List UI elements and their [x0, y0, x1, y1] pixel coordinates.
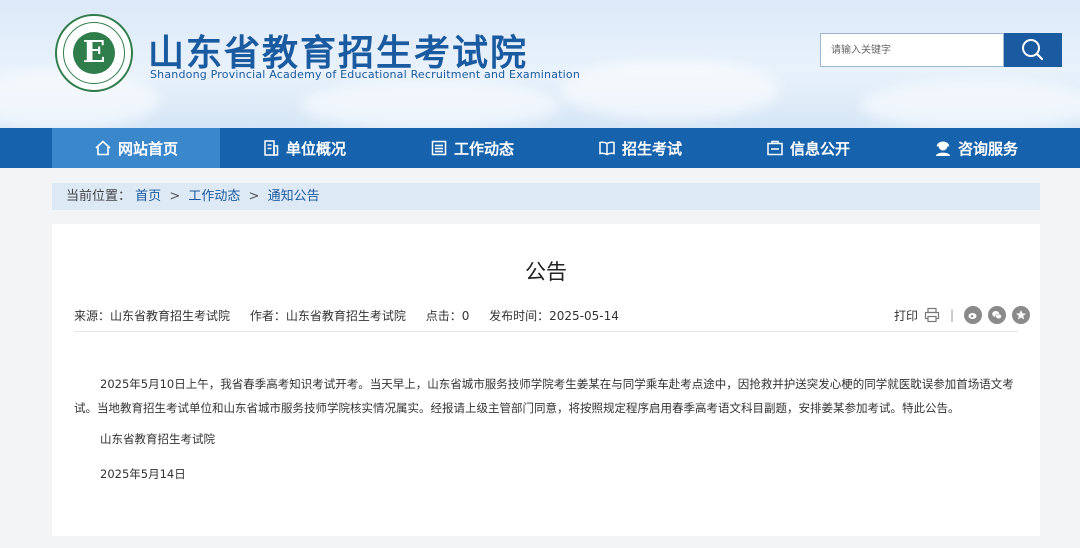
nav-label: 网站首页 [117, 139, 178, 158]
article-tools: 打印 | [894, 304, 1030, 326]
nav-item-info[interactable]: 信息公开 [724, 128, 892, 168]
book-icon [599, 141, 615, 156]
favorite-star-icon[interactable] [1012, 306, 1030, 324]
home-icon [95, 140, 111, 156]
meta-divider [74, 331, 1018, 332]
news-icon [431, 140, 447, 156]
printer-icon[interactable] [924, 307, 940, 323]
building-icon [264, 140, 279, 156]
breadcrumb-notices[interactable]: 通知公告 [268, 189, 320, 204]
meta-source: 来源：山东省教育招生考试院 [74, 309, 231, 323]
article-body: 2025年5月10日上午，我省春季高考知识考试开考。当天早上，山东省城市服务技师… [74, 372, 1024, 420]
nav-item-home[interactable]: 网站首页 [52, 128, 220, 168]
nav-label: 招生考试 [621, 139, 682, 158]
article-title: 公告 [525, 260, 567, 284]
nav-label: 咨询服务 [957, 139, 1018, 158]
share-wechat-icon[interactable] [988, 306, 1006, 324]
article-paragraph: 2025年5月10日上午，我省春季高考知识考试开考。当天早上，山东省城市服务技师… [74, 377, 1014, 415]
meta-published: 发布时间：2025-05-14 [489, 309, 619, 323]
breadcrumb-separator: > [169, 189, 181, 204]
logo-letter: E [82, 35, 106, 70]
tools-divider: | [949, 308, 954, 322]
nav-item-overview[interactable]: 单位概况 [220, 128, 388, 168]
article-signature: 山东省教育招生考试院 [100, 432, 215, 446]
nav-label: 单位概况 [285, 139, 346, 158]
print-label[interactable]: 打印 [894, 307, 918, 324]
article-meta: 来源：山东省教育招生考试院 作者：山东省教育招生考试院 点击：0 发布时间：20… [74, 307, 635, 324]
article-date: 2025年5月14日 [100, 467, 186, 481]
breadcrumb: 当前位置： 首页 > 工作动态 > 通知公告 [52, 183, 1040, 210]
share-weibo-icon[interactable] [964, 306, 982, 324]
meta-clicks: 点击：0 [425, 309, 470, 323]
site-logo[interactable]: E [55, 14, 133, 92]
search-icon [1022, 39, 1044, 61]
meta-author: 作者：山东省教育招生考试院 [249, 309, 406, 323]
article-card: 公告 来源：山东省教育招生考试院 作者：山东省教育招生考试院 点击：0 发布时间… [52, 224, 1040, 536]
search-input[interactable] [820, 33, 1004, 67]
nav-label: 信息公开 [789, 139, 850, 158]
nav-item-consult[interactable]: 咨询服务 [892, 128, 1060, 168]
nav-item-news[interactable]: 工作动态 [388, 128, 556, 168]
site-subtitle: Shandong Provincial Academy of Education… [150, 68, 581, 81]
nav-label: 工作动态 [453, 139, 514, 158]
nav-item-exams[interactable]: 招生考试 [556, 128, 724, 168]
main-nav: 网站首页 单位概况 工作动态 招生考试 信息公开 咨询服务 [0, 128, 1080, 168]
breadcrumb-prefix: 当前位置： [66, 189, 132, 204]
site-header: E 山东省教育招生考试院 Shandong Provincial Academy… [0, 0, 1080, 128]
breadcrumb-home[interactable]: 首页 [135, 189, 161, 204]
breadcrumb-news[interactable]: 工作动态 [188, 189, 240, 204]
support-icon [935, 141, 950, 156]
search-button[interactable] [1004, 33, 1062, 67]
search-box [820, 33, 1062, 67]
info-icon [767, 140, 783, 156]
breadcrumb-separator: > [248, 189, 260, 204]
